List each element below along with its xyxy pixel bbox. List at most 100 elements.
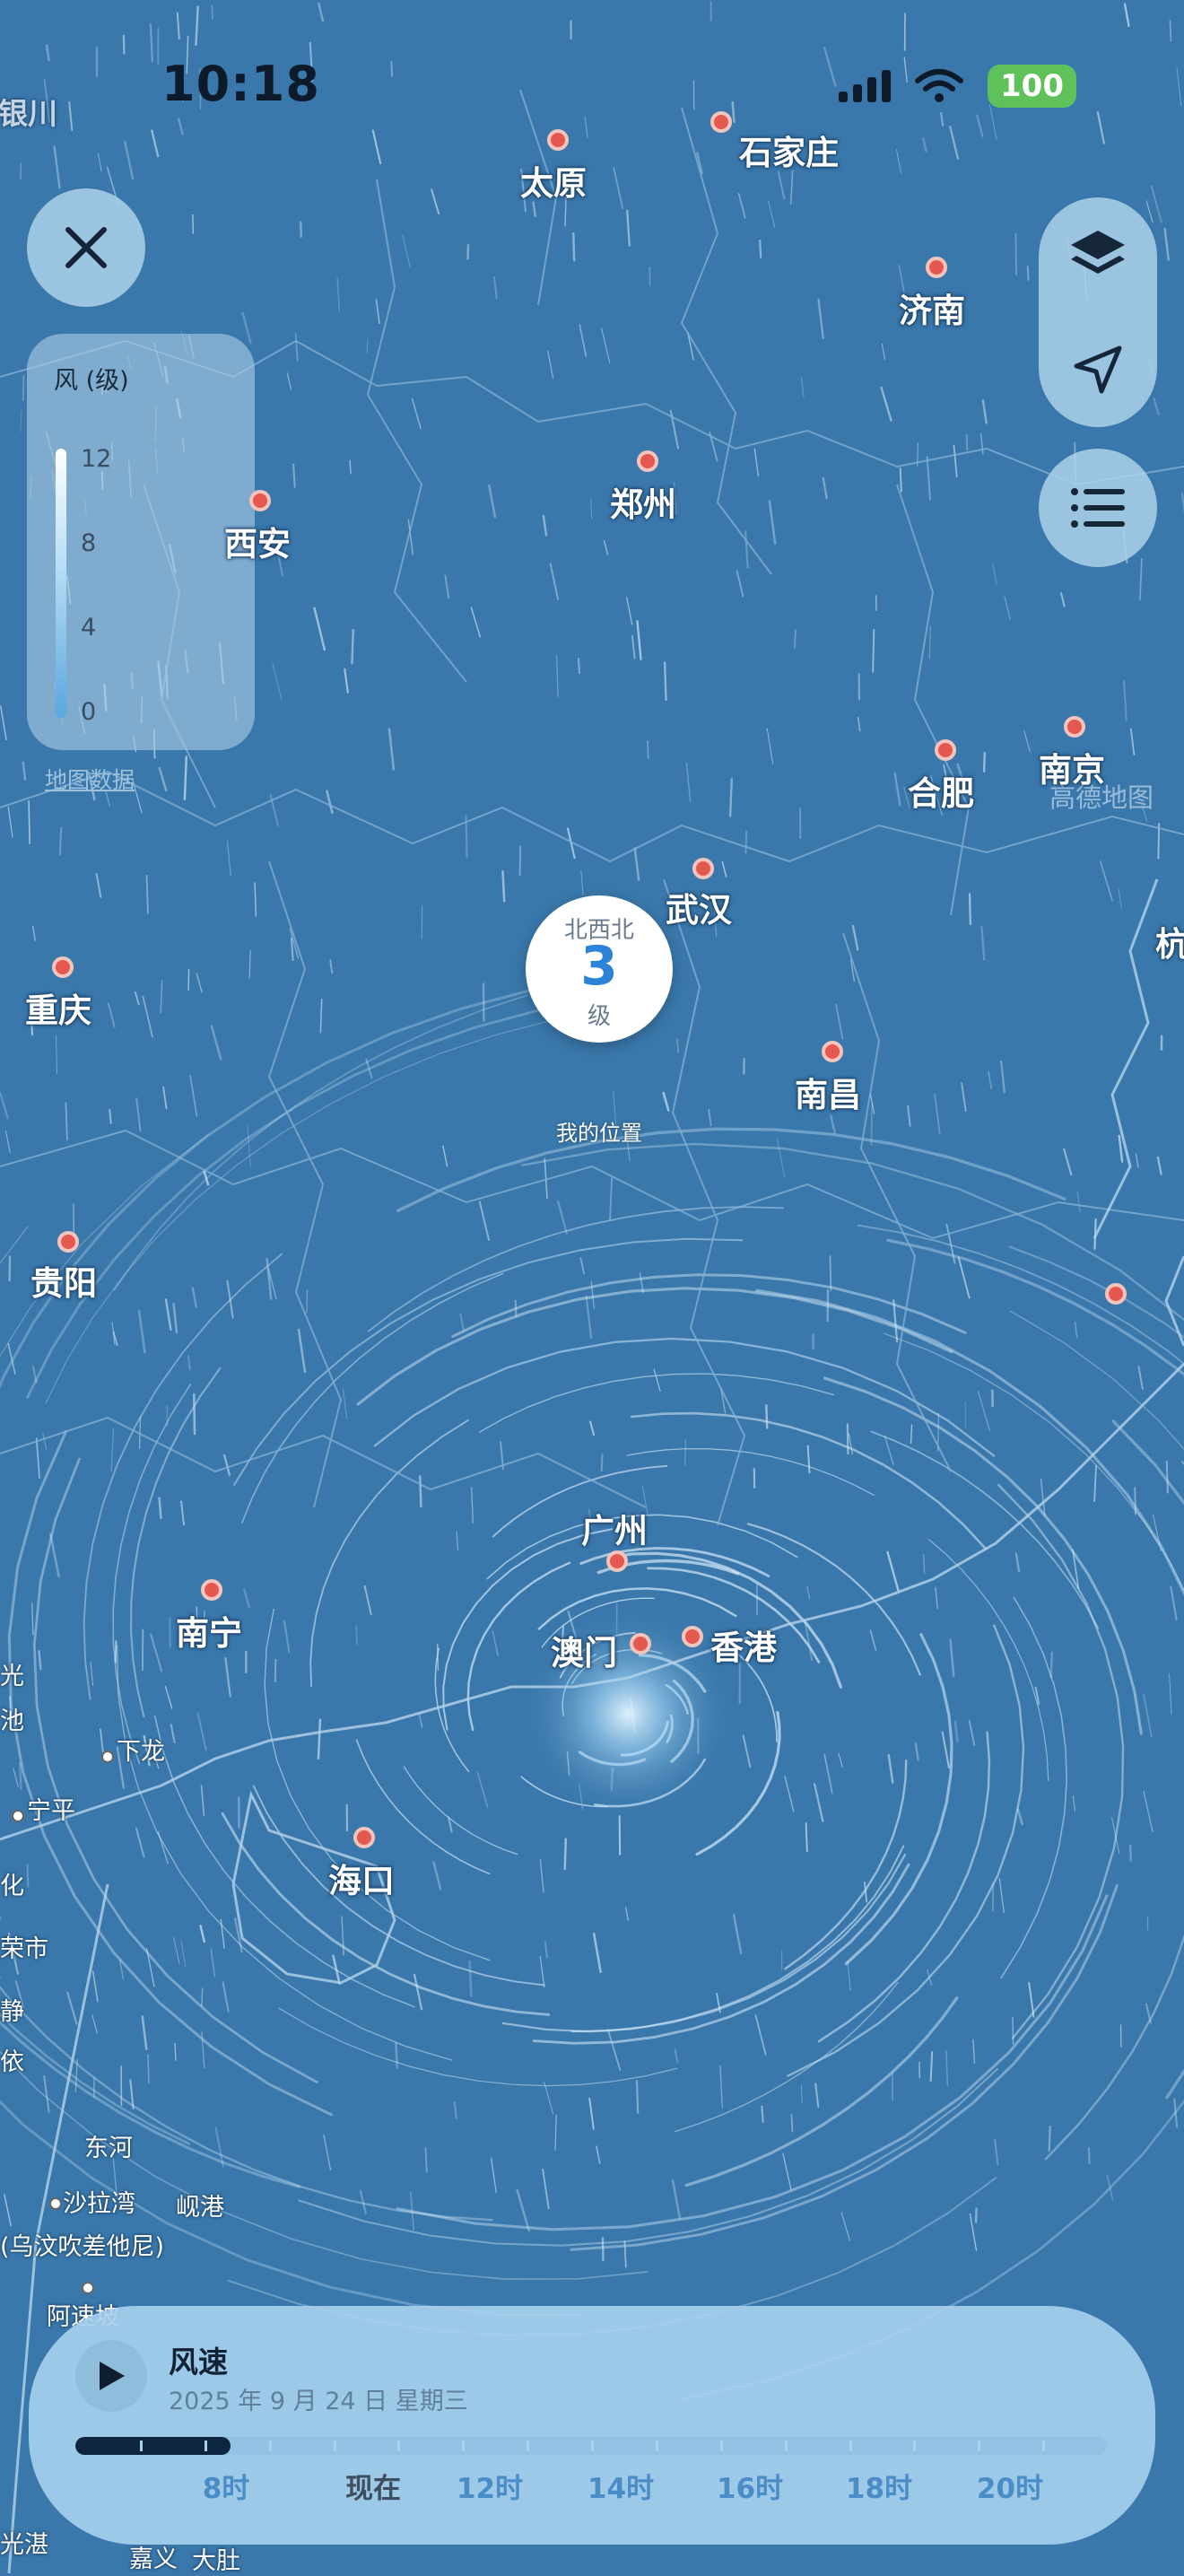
wind-level: 3 — [526, 935, 673, 998]
city-label: 西安 — [224, 517, 291, 565]
city-marker — [822, 1041, 843, 1062]
timeline-tick — [656, 2441, 658, 2451]
timeline-tick — [849, 2441, 852, 2451]
city-marker — [692, 858, 714, 879]
city-label: 郑州 — [610, 477, 676, 526]
time-label[interactable]: 12时 — [457, 2466, 523, 2506]
layers-icon — [1067, 227, 1128, 283]
time-label[interactable]: 16时 — [717, 2466, 783, 2506]
play-icon — [96, 2360, 126, 2392]
timeline-tick — [397, 2441, 400, 2451]
status-time: 10:18 — [161, 56, 320, 112]
town-label: 岘港 — [176, 2187, 224, 2222]
town-label: 化 — [0, 1866, 24, 1901]
city-label: 广州 — [581, 1504, 648, 1552]
timeline-tick — [205, 2441, 207, 2451]
town-label: 依 — [0, 2042, 24, 2077]
play-button[interactable] — [75, 2340, 147, 2412]
map-controls — [1039, 197, 1157, 427]
city-marker — [353, 1827, 375, 1848]
close-icon — [61, 223, 111, 273]
cellular-signal-icon — [839, 70, 891, 102]
close-button[interactable] — [27, 188, 145, 307]
time-label[interactable]: 8时 — [203, 2466, 250, 2506]
wifi-icon — [914, 68, 964, 104]
city-label: 济南 — [899, 284, 965, 332]
city-label: 香港 — [710, 1620, 777, 1669]
city-marker — [926, 257, 947, 278]
town-label: 大肚 — [192, 2541, 240, 2576]
timeline-slider[interactable] — [75, 2437, 1107, 2455]
time-label-now[interactable]: 现在 — [345, 2466, 401, 2506]
my-location-caption: 我的位置 — [556, 1115, 642, 1147]
forecast-panel: 风速 2025 年 9 月 24 日 星期三 8时 现在 12时 14时 16时… — [29, 2306, 1155, 2545]
city-marker — [201, 1579, 222, 1601]
layers-button[interactable] — [1039, 197, 1157, 312]
city-marker — [606, 1550, 628, 1572]
town-label: 光湛 — [0, 2525, 48, 2560]
list-button[interactable] — [1039, 449, 1157, 567]
city-label: 银川 — [0, 90, 57, 133]
city-label: 石家庄 — [739, 126, 839, 174]
city-label: 南昌 — [795, 1068, 861, 1116]
city-label: 贵阳 — [30, 1256, 97, 1305]
city-marker — [682, 1626, 703, 1647]
time-label[interactable]: 20时 — [977, 2466, 1043, 2506]
timeline-tick — [462, 2441, 465, 2451]
timeline-tick — [140, 2441, 143, 2451]
wind-level-unit: 级 — [526, 998, 673, 1031]
legend-tick: 4 — [81, 614, 96, 642]
map-data-link[interactable]: 地图数据 — [45, 763, 135, 795]
list-icon — [1069, 486, 1127, 529]
city-marker — [1064, 716, 1085, 738]
wind-legend: 风 (级) 12 8 4 0 — [27, 334, 255, 750]
city-label: 南京 — [1039, 743, 1105, 791]
time-label[interactable]: 18时 — [846, 2466, 912, 2506]
town-label: 静 — [0, 1992, 24, 2027]
city-marker — [710, 111, 732, 133]
town-marker — [101, 1751, 114, 1763]
town-label: 光 — [0, 1656, 24, 1691]
legend-title: 风 (级) — [54, 361, 129, 396]
city-marker — [935, 739, 956, 761]
timeline-tick — [334, 2441, 336, 2451]
town-marker — [82, 2282, 94, 2294]
city-label: 澳门 — [551, 1626, 617, 1674]
legend-tick: 0 — [81, 698, 96, 726]
legend-tick: 8 — [81, 529, 96, 557]
city-marker — [630, 1633, 651, 1655]
timeline-tick — [720, 2441, 723, 2451]
timeline-tick — [269, 2441, 272, 2451]
town-label: 东河 — [84, 2128, 133, 2163]
my-location-marker[interactable]: 北西北 3 级 — [526, 895, 673, 1043]
town-label: 池 — [0, 1701, 24, 1736]
town-marker — [49, 2197, 62, 2210]
town-label: 宁平 — [27, 1791, 75, 1826]
city-label: 南宁 — [176, 1606, 242, 1655]
legend-color-bar — [56, 449, 66, 718]
timeline-tick — [591, 2441, 594, 2451]
panel-date: 2025 年 9 月 24 日 星期三 — [169, 2381, 468, 2416]
locate-button[interactable] — [1039, 312, 1157, 427]
city-marker — [57, 1231, 79, 1253]
battery-indicator: 100 — [988, 65, 1076, 108]
city-marker — [637, 450, 658, 472]
timeline-tick — [785, 2441, 788, 2451]
legend-tick: 12 — [81, 445, 111, 473]
location-arrow-icon — [1071, 343, 1125, 397]
city-marker — [249, 490, 271, 511]
timeline-tick — [527, 2441, 529, 2451]
time-label[interactable]: 14时 — [588, 2466, 654, 2506]
city-label: 海口 — [328, 1854, 395, 1902]
city-label: 杭 — [1155, 917, 1184, 965]
city-marker — [1105, 1283, 1127, 1305]
town-label: 下龙 — [117, 1732, 165, 1767]
city-label: 太原 — [520, 156, 587, 205]
town-marker — [12, 1810, 24, 1822]
status-icons: 100 — [839, 65, 1076, 108]
city-label: 重庆 — [25, 983, 91, 1032]
timeline-tick — [1042, 2441, 1045, 2451]
city-marker — [547, 129, 569, 151]
city-marker — [52, 956, 74, 978]
panel-title: 风速 — [169, 2338, 228, 2381]
